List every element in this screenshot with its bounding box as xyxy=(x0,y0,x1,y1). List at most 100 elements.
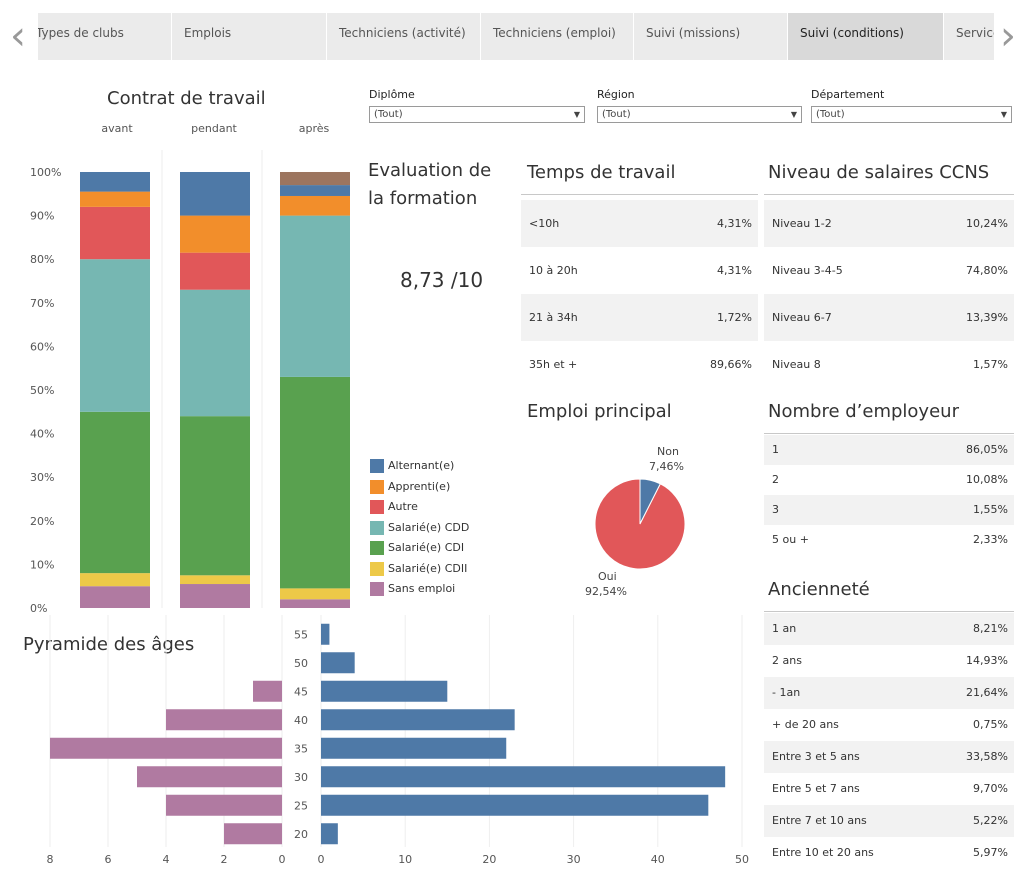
contrat-stacked-bar-chart: 100% 90% 80% 70% 60% 50% 40% 30% 20% 10% 0% xyxy=(30,150,350,615)
legend-swatch xyxy=(370,582,384,596)
legend-swatch xyxy=(370,479,384,494)
row-value: 1,57% xyxy=(973,358,1008,371)
stack-segment[interactable] xyxy=(80,573,150,587)
row-label: Niveau 8 xyxy=(772,358,821,371)
legend-item[interactable]: Salarié(e) CDII xyxy=(370,561,467,577)
legend-item[interactable]: Sans emploi xyxy=(370,581,455,597)
dropdown-caret-icon: ▼ xyxy=(790,110,797,119)
pyramid-bar-right[interactable] xyxy=(321,623,330,645)
stack-segment[interactable] xyxy=(180,252,250,290)
legend-swatch xyxy=(370,561,384,576)
row-label: Entre 5 et 7 ans xyxy=(772,782,860,795)
row-label: Entre 3 et 5 ans xyxy=(772,750,860,763)
x-tick-label: 4 xyxy=(163,853,170,866)
tab-suivi-missions[interactable]: Suivi (missions) xyxy=(634,13,788,60)
dropdown-caret-icon: ▼ xyxy=(573,110,580,119)
x-tick-label: 50 xyxy=(735,853,749,866)
stack-segment[interactable] xyxy=(80,411,150,574)
pyramid-bar-left[interactable] xyxy=(253,680,282,702)
stack-segment[interactable] xyxy=(180,289,250,417)
tab-types-de-clubs[interactable]: Types de clubs xyxy=(38,13,172,60)
stack-segment[interactable] xyxy=(180,584,250,608)
table-row: + de 20 ans 0,75% xyxy=(764,709,1014,741)
pyramid-bar-right[interactable] xyxy=(321,680,448,702)
age-label: 55 xyxy=(294,628,308,641)
y-tick-label: 100% xyxy=(30,166,61,179)
pyramid-bar-left[interactable] xyxy=(166,794,282,816)
employeur-title: Nombre d’employeur xyxy=(768,401,959,422)
legend-item[interactable]: Autre xyxy=(370,499,418,515)
table-row: Entre 3 et 5 ans 33,58% xyxy=(764,741,1014,773)
tab-techniciens-emploi[interactable]: Techniciens (emploi) xyxy=(481,13,634,60)
pyramid-bar-right[interactable] xyxy=(321,709,515,731)
tab-services[interactable]: Services xyxy=(944,13,994,60)
stack-segment[interactable] xyxy=(180,215,250,253)
legend-item[interactable]: Salarié(e) CDI xyxy=(370,540,464,556)
stack-segment[interactable] xyxy=(80,191,150,207)
age-label: 45 xyxy=(294,685,308,698)
y-tick-label: 60% xyxy=(30,340,54,353)
row-label: Niveau 6-7 xyxy=(772,311,832,324)
y-tick-label: 70% xyxy=(30,297,54,310)
region-select[interactable]: (Tout) ▼ xyxy=(597,106,802,123)
anciennete-title: Ancienneté xyxy=(768,579,870,600)
pyramid-bar-left[interactable] xyxy=(50,737,282,759)
pyramide-chart: 55504540353025208 6 4 2 0 0 10 20 30 40 50 xyxy=(47,615,749,866)
age-label: 50 xyxy=(294,657,308,670)
chevron-right-icon[interactable]: › xyxy=(1000,16,1016,56)
row-value: 10,08% xyxy=(966,473,1008,486)
pyramid-bar-right[interactable] xyxy=(321,794,709,816)
stack-segment[interactable] xyxy=(280,215,350,377)
departement-select[interactable]: (Tout) ▼ xyxy=(811,106,1012,123)
pie-slice[interactable] xyxy=(594,478,686,570)
stack-segment[interactable] xyxy=(280,376,350,589)
age-label: 40 xyxy=(294,714,308,727)
legend-swatch xyxy=(370,520,384,535)
x-tick-label: 2 xyxy=(221,853,228,866)
legend-label: Salarié(e) CDD xyxy=(388,520,470,534)
table-row: Entre 7 et 10 ans 5,22% xyxy=(764,805,1014,837)
tab-techniciens-activite[interactable]: Techniciens (activité) xyxy=(327,13,481,60)
pyramid-bar-left[interactable] xyxy=(166,709,282,731)
stack-segment[interactable] xyxy=(80,206,150,260)
pyramid-bar-left[interactable] xyxy=(137,766,282,788)
row-value: 5,97% xyxy=(973,846,1008,859)
legend-label: Autre xyxy=(388,500,418,513)
stack-segment[interactable] xyxy=(280,172,350,186)
y-tick-label: 50% xyxy=(30,384,54,397)
pyramid-bar-right[interactable] xyxy=(321,766,726,788)
table-row: Niveau 8 1,57% xyxy=(764,341,1014,388)
pyramid-bar-left[interactable] xyxy=(224,823,282,845)
legend-swatch xyxy=(370,541,384,555)
tab-emplois[interactable]: Emplois xyxy=(172,13,327,60)
column-label-apres: après xyxy=(298,122,330,135)
stack-segment[interactable] xyxy=(180,172,250,216)
table-row: Niveau 6-7 13,39% xyxy=(764,294,1014,341)
stack-segment[interactable] xyxy=(80,586,150,608)
table-row: Entre 5 et 7 ans 9,70% xyxy=(764,773,1014,805)
pyramid-bar-right[interactable] xyxy=(321,652,355,674)
row-value: 5,22% xyxy=(973,814,1008,827)
x-tick-label: 10 xyxy=(398,853,412,866)
legend-item[interactable]: Apprenti(e) xyxy=(370,479,450,495)
stack-segment[interactable] xyxy=(280,185,350,196)
stack-segment[interactable] xyxy=(80,259,150,412)
row-value: 1,55% xyxy=(973,503,1008,516)
pyramid-bar-right[interactable] xyxy=(321,737,507,759)
diplome-select[interactable]: (Tout) ▼ xyxy=(369,106,585,123)
filter-label-departement: Département xyxy=(811,88,885,101)
pyramid-bar-right[interactable] xyxy=(321,823,338,845)
legend-item[interactable]: Alternant(e) xyxy=(370,458,454,474)
chevron-left-icon[interactable]: ‹ xyxy=(10,16,26,56)
stack-segment[interactable] xyxy=(180,575,250,585)
y-tick-label: 0% xyxy=(30,602,47,615)
tab-suivi-conditions[interactable]: Suivi (conditions) xyxy=(788,13,944,60)
stack-segment[interactable] xyxy=(80,172,150,192)
stack-segment[interactable] xyxy=(280,195,350,216)
y-tick-label: 20% xyxy=(30,515,54,528)
stack-segment[interactable] xyxy=(180,416,250,576)
stack-segment[interactable] xyxy=(280,599,350,608)
row-value: 21,64% xyxy=(966,686,1008,699)
legend-item[interactable]: Salarié(e) CDD xyxy=(370,520,469,536)
stack-segment[interactable] xyxy=(280,588,350,600)
